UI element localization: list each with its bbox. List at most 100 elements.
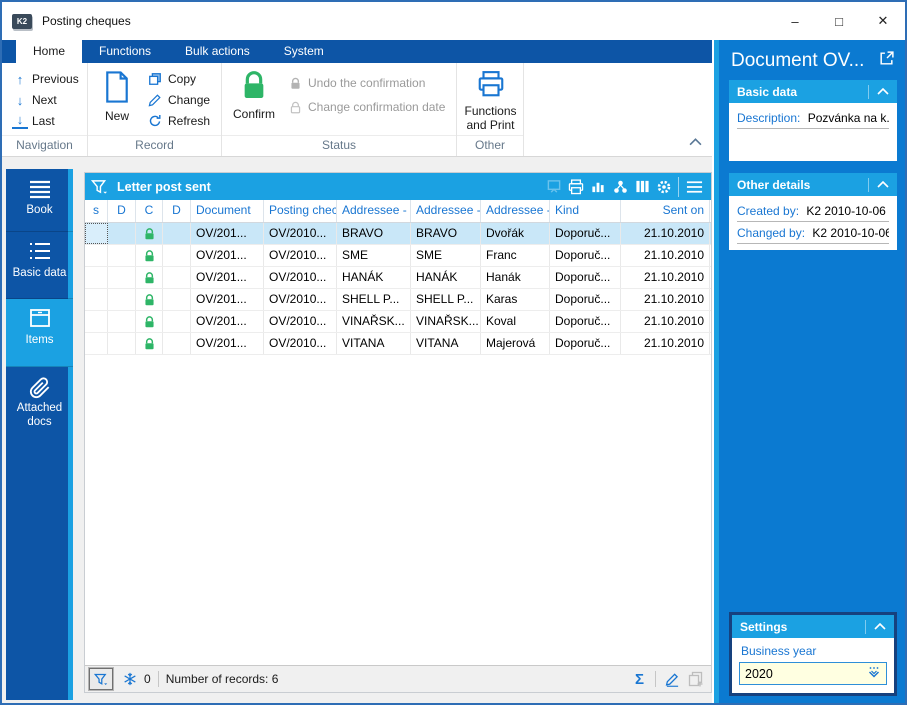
table-cell[interactable]: 21.10.2010 [621,333,710,354]
sidebar-item-book[interactable]: Book [6,169,73,232]
table-cell[interactable]: SME [337,245,411,266]
sidebar-item-items[interactable]: Items [6,299,73,367]
table-cell[interactable]: OV/201... [191,333,264,354]
table-cell[interactable]: 21.10.2010 [621,289,710,310]
table-cell[interactable]: Doporuč... [550,245,621,266]
table-cell[interactable]: Majerová [481,333,550,354]
section-header-basic-data[interactable]: Basic data [729,80,897,103]
column-header-9[interactable]: Kind [550,200,621,222]
lock-green-icon[interactable] [136,223,163,244]
sidebar-item-basic-data[interactable]: Basic data [6,232,73,299]
copy-button[interactable]: Copy [146,68,210,89]
previous-button[interactable]: ↑ Previous [2,69,87,89]
tab-functions[interactable]: Functions [82,40,168,63]
column-header-6[interactable]: Addressee - I [337,200,411,222]
table-cell[interactable]: Doporuč... [550,311,621,332]
chevron-up-icon[interactable] [865,620,886,634]
focused-cell[interactable] [85,223,108,244]
column-header-4[interactable]: Document [191,200,264,222]
table-cell[interactable] [108,267,136,288]
table-cell[interactable]: VINAŘSK... [337,311,411,332]
table-cell[interactable]: OV/201... [191,311,264,332]
table-cell[interactable] [163,333,191,354]
columns-icon[interactable] [631,177,653,197]
table-row[interactable]: OV/201...OV/2010...SMESMEFrancDoporuč...… [85,245,711,267]
table-row[interactable]: OV/201...OV/2010...HANÁKHANÁKHanákDoporu… [85,267,711,289]
table-cell[interactable]: OV/201... [191,245,264,266]
confirm-button[interactable]: Confirm [222,63,286,122]
dropdown-icon[interactable] [866,666,882,684]
table-row[interactable]: OV/201...OV/2010...BRAVOBRAVODvořákDopor… [85,223,711,245]
filter-toggle-button[interactable] [89,668,113,690]
sum-icon[interactable]: Σ [631,671,648,688]
table-cell[interactable]: 21.10.2010 [621,267,710,288]
chart-icon[interactable] [587,177,609,197]
table-cell[interactable]: Doporuč... [550,289,621,310]
refresh-button[interactable]: Refresh [146,110,210,131]
table-cell[interactable] [163,223,191,244]
lock-green-icon[interactable] [136,311,163,332]
column-header-3[interactable]: D [163,200,191,222]
lock-green-icon[interactable] [136,333,163,354]
table-cell[interactable] [108,311,136,332]
lock-green-icon[interactable] [136,289,163,310]
table-cell[interactable]: 21.10.2010 [621,311,710,332]
sidebar-item-attached-docs[interactable]: Attached docs [6,367,73,439]
table-cell[interactable]: SME [411,245,481,266]
tab-system[interactable]: System [267,40,341,63]
table-cell[interactable]: OV/2010... [264,245,337,266]
cluster-icon[interactable] [609,177,631,197]
print-icon[interactable] [565,177,587,197]
table-cell[interactable] [108,289,136,310]
table-cell[interactable]: HANÁK [337,267,411,288]
table-cell[interactable] [163,289,191,310]
table-row[interactable]: OV/201...OV/2010...VINAŘSK...VINAŘSK...K… [85,311,711,333]
last-button[interactable]: ↓ Last [2,111,87,131]
tab-home[interactable]: Home [16,40,82,63]
column-header-5[interactable]: Posting chec [264,200,337,222]
table-cell[interactable]: 21.10.2010 [621,223,710,244]
section-header-other-details[interactable]: Other details [729,173,897,196]
table-cell[interactable]: OV/2010... [264,333,337,354]
table-cell[interactable]: BRAVO [337,223,411,244]
table-cell[interactable] [163,267,191,288]
close-button[interactable]: ✕ [861,2,905,40]
table-cell[interactable]: Doporuč... [550,333,621,354]
table-cell[interactable]: Doporuč... [550,267,621,288]
table-cell[interactable]: SHELL P... [411,289,481,310]
table-cell[interactable] [108,245,136,266]
table-cell[interactable]: VITANA [411,333,481,354]
section-header-settings[interactable]: Settings [732,615,894,638]
filter-icon[interactable] [88,177,110,197]
table-cell[interactable] [85,267,108,288]
open-in-new-icon[interactable] [878,50,895,72]
column-header-2[interactable]: C [136,200,163,222]
table-cell[interactable]: OV/2010... [264,289,337,310]
table-cell[interactable]: Koval [481,311,550,332]
table-cell[interactable]: VITANA [337,333,411,354]
settings-icon[interactable] [653,177,675,197]
table-cell[interactable]: 21.10.2010 [621,245,710,266]
table-cell[interactable] [108,223,136,244]
table-cell[interactable] [85,245,108,266]
lock-green-icon[interactable] [136,267,163,288]
column-header-10[interactable]: Sent on [621,200,710,222]
table-cell[interactable]: OV/2010... [264,223,337,244]
description-field[interactable]: Description: Pozvánka na k... [737,107,889,129]
new-button[interactable]: New [88,63,146,131]
change-button[interactable]: Change [146,89,210,110]
table-cell[interactable] [163,311,191,332]
table-cell[interactable]: OV/2010... [264,267,337,288]
column-header-8[interactable]: Addressee - I [481,200,550,222]
table-cell[interactable] [85,289,108,310]
lock-green-icon[interactable] [136,245,163,266]
menu-icon[interactable] [678,177,705,197]
minimize-button[interactable]: – [773,2,817,40]
table-cell[interactable]: OV/201... [191,289,264,310]
table-cell[interactable]: BRAVO [411,223,481,244]
functions-and-print-button[interactable]: Functions and Print [457,63,524,133]
column-header-0[interactable]: s [85,200,108,222]
snowflake-icon[interactable] [121,672,139,686]
table-cell[interactable]: VINAŘSK... [411,311,481,332]
tab-bulk-actions[interactable]: Bulk actions [168,40,267,63]
